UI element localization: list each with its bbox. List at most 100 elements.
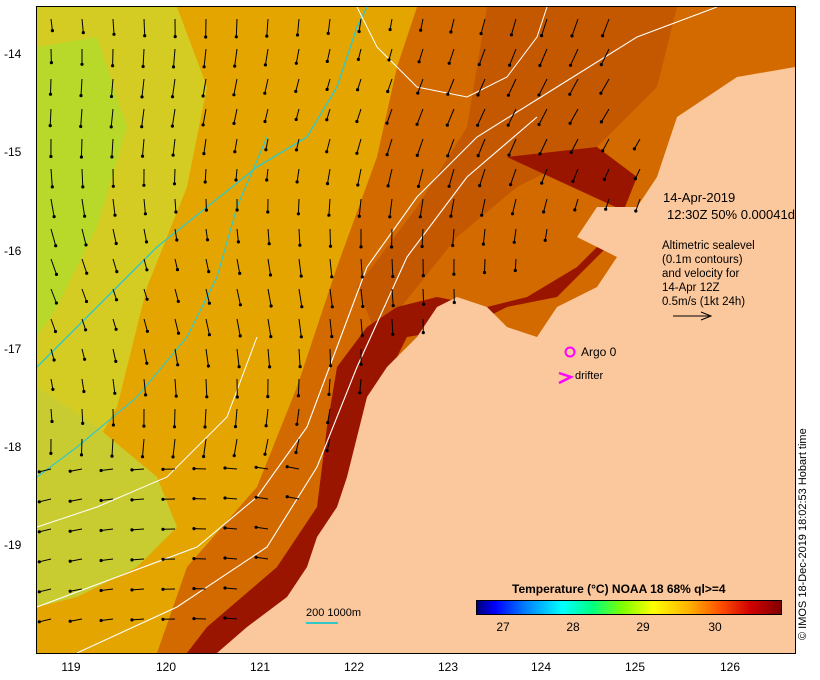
velocity-arrow-head [99, 468, 103, 473]
velocity-arrow-head [416, 91, 420, 95]
velocity-arrow-head [266, 395, 270, 399]
velocity-arrow-head [294, 117, 298, 122]
velocity-arrow-head [37, 620, 41, 624]
velocity-arrow-head [599, 120, 604, 124]
velocity-arrow-head [294, 450, 298, 455]
velocity-arrow-head [540, 181, 544, 185]
velocity-arrow-head [161, 467, 165, 471]
velocity-arrow-head [476, 93, 480, 97]
velocity-arrow-head [54, 244, 58, 248]
velocity-arrow-head [80, 62, 84, 66]
velocity-arrow-head [68, 559, 72, 563]
velocity-arrow-head [327, 392, 331, 396]
velocity-arrow-head [192, 617, 196, 621]
velocity-arrow-head [391, 274, 395, 279]
velocity-arrow [80, 138, 83, 158]
lon-label: 121 [249, 660, 271, 674]
image-date: 14-Apr-2019 [663, 190, 736, 205]
velocity-arrow-head [268, 365, 272, 369]
velocity-arrow-head [176, 363, 180, 367]
velocity-arrow-head [83, 214, 87, 218]
velocity-arrow-head [478, 184, 482, 188]
velocity-arrow-head [234, 178, 238, 182]
lat-label: -15 [4, 145, 22, 159]
velocity-arrow-head [634, 209, 638, 213]
velocity-arrow-head [325, 150, 329, 154]
velocity-arrow-head [330, 275, 334, 279]
velocity-arrow-head [48, 124, 52, 128]
velocity-arrow-head [81, 31, 85, 35]
lat-label: -19 [4, 538, 22, 552]
velocity-arrow-head [68, 619, 72, 623]
velocity-arrow [174, 168, 176, 184]
velocity-arrow-head [263, 119, 267, 124]
velocity-arrow-head [538, 63, 542, 68]
velocity-arrow-head [385, 153, 389, 157]
velocity-arrow-head [68, 589, 72, 593]
lon-label: 122 [343, 660, 365, 674]
velocity-arrow-head [203, 425, 207, 429]
velocity-arrow-head [81, 421, 85, 425]
velocity-arrow-head [140, 154, 145, 158]
velocity-arrow-head [509, 33, 513, 37]
velocity-arrow-head [145, 361, 149, 365]
velocity-arrow-head [417, 60, 421, 64]
velocity-arrow-head [386, 89, 390, 94]
velocity-arrow-head [68, 499, 72, 503]
velocity-arrow [297, 198, 300, 214]
velocity-arrow-head [99, 498, 103, 503]
velocity-arrow-head [54, 301, 58, 305]
velocity-arrow-head [238, 334, 242, 338]
velocity-arrow-head [421, 274, 425, 278]
velocity-arrow-head [234, 35, 238, 39]
velocity-arrow-head [114, 241, 118, 246]
velocity-arrow-head [111, 184, 115, 188]
velocity-arrow [297, 378, 300, 396]
velocity-arrow-head [110, 454, 114, 458]
velocity-arrow-head [143, 34, 147, 38]
velocity-arrow-head [111, 423, 115, 427]
altimetry-note: (0.1m contours) [662, 254, 743, 266]
image-time: 12:30Z 50% 0.00041d [667, 207, 795, 222]
velocity-arrow-head [173, 35, 177, 39]
velocity-arrow-head [537, 122, 541, 127]
velocity-arrow-head [113, 213, 117, 217]
velocity-arrow-head [359, 245, 363, 249]
velocity-arrow-head [130, 498, 134, 502]
drifter-label: drifter [575, 370, 604, 382]
velocity-arrow-head [573, 208, 577, 212]
velocity-arrow-head [449, 30, 453, 34]
velocity-arrow-head [542, 210, 546, 214]
velocity-arrow-head [296, 394, 300, 398]
lat-label: -17 [4, 342, 22, 356]
velocity-arrow-head [37, 590, 41, 594]
velocity-arrow-head [130, 468, 134, 472]
velocity-arrow-head [481, 242, 485, 246]
velocity-arrow-head [142, 424, 146, 428]
velocity-arrow [81, 408, 84, 424]
velocity-arrow-head [513, 268, 517, 273]
velocity-arrow-head [482, 270, 487, 275]
velocity-arrow-head [571, 179, 575, 183]
velocity-arrow-head [223, 496, 227, 500]
velocity-arrow-head [79, 453, 84, 457]
velocity-arrow-head [601, 34, 605, 38]
velocity-arrow-head [237, 365, 241, 369]
velocity-arrow-head [356, 88, 360, 92]
velocity-arrow-head [113, 391, 117, 395]
velocity-arrow-head [232, 93, 236, 97]
velocity-arrow-head [569, 150, 573, 154]
velocity-arrow-head [161, 497, 165, 501]
velocity-arrow-head [538, 152, 542, 156]
velocity-arrow-head [130, 588, 134, 592]
velocity-arrow-head [391, 304, 395, 308]
velocity-arrow-head [115, 270, 119, 274]
velocity-arrow-head [142, 183, 146, 187]
velocity-arrow-head [81, 185, 85, 189]
velocity-arrow-head [233, 150, 237, 154]
velocity-arrow-head [356, 183, 360, 187]
velocity-arrow-head [52, 358, 56, 362]
velocity-arrow-head [207, 301, 211, 305]
velocity-arrow-head [207, 333, 211, 337]
velocity-arrow-head [172, 425, 177, 429]
